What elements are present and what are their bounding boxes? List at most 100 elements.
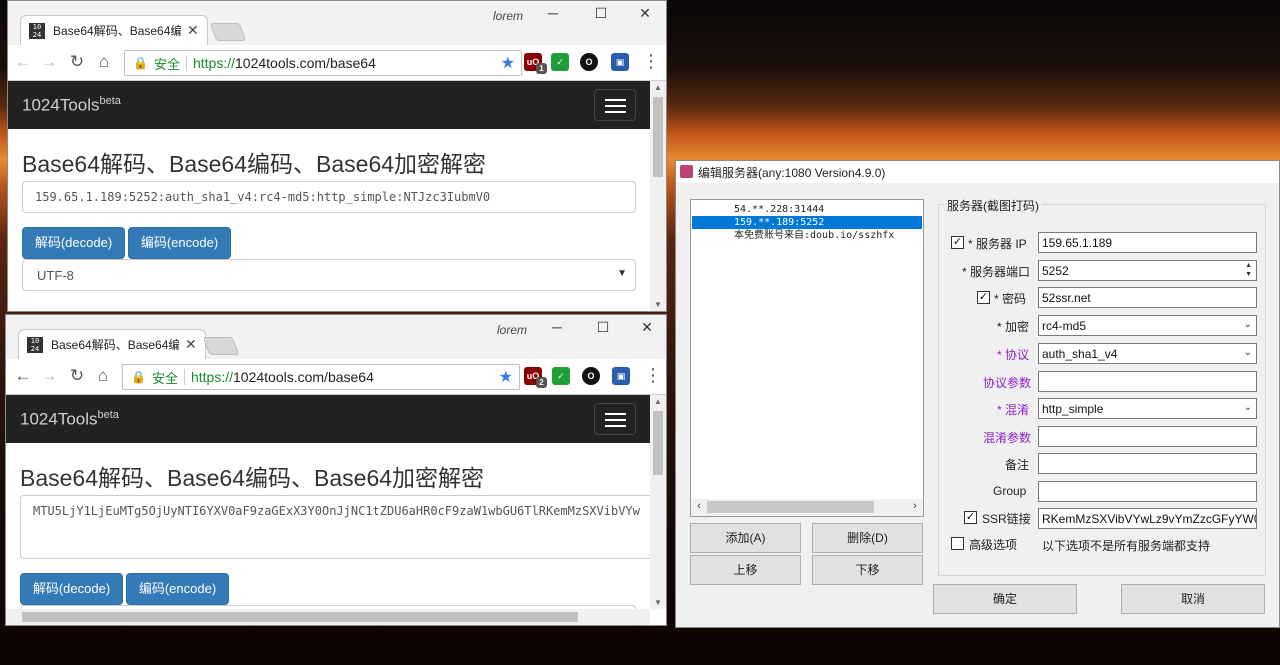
remarks-field[interactable] [1038, 453, 1257, 474]
hamburger-menu-icon[interactable] [594, 403, 636, 435]
chrome-menu-icon[interactable]: ⋮ [644, 365, 662, 386]
browser-tab[interactable]: 10 24 Base64解码、Base64编码 ✕ [18, 329, 206, 359]
group-label: Group [993, 484, 1027, 498]
back-arrow-icon[interactable]: ← [12, 366, 34, 386]
save-extension-icon[interactable]: ▣ [611, 53, 629, 71]
password-field[interactable]: 52ssr.net [1038, 287, 1257, 308]
server-list-item[interactable]: 本免费账号来自:doub.io/sszhfx [692, 229, 922, 242]
advanced-options-checkbox[interactable] [951, 537, 964, 550]
profile-name[interactable]: lorem [497, 323, 527, 337]
group-field[interactable] [1038, 481, 1257, 502]
dialog-title-bar: 编辑服务器(any:1080 Version4.9.0) [676, 161, 1279, 183]
spinner-arrows-icon[interactable]: ▲ ▼ [1245, 261, 1252, 279]
tab-close-icon[interactable]: ✕ [185, 336, 197, 353]
maximize-button[interactable]: ☐ [586, 5, 616, 22]
ok-button[interactable]: 确定 [933, 584, 1077, 614]
server-list-item-selected[interactable]: 159.**.189:5252 [692, 216, 922, 229]
brand-beta: beta [97, 409, 119, 421]
password-checkbox[interactable]: ✓ [977, 291, 990, 304]
obfs-label: * 混淆 [997, 403, 1030, 417]
shield-extension-icon[interactable]: ✓ [552, 367, 570, 385]
scroll-up-arrow-icon[interactable]: ▲ [650, 83, 666, 92]
encryption-select[interactable]: rc4-md5 ⌄ [1038, 315, 1257, 336]
decode-button[interactable]: 解码(decode) [20, 573, 123, 605]
address-bar[interactable]: 🔒 安全 https:// 1024tools.com/base64 ★ [124, 50, 522, 76]
server-list-item[interactable]: 54.**.228:31444 [692, 203, 922, 216]
hamburger-menu-icon[interactable] [594, 89, 636, 121]
cancel-button[interactable]: 取消 [1121, 584, 1265, 614]
lock-icon: 🔒 [131, 370, 146, 384]
server-ip-field[interactable]: 159.65.1.189 [1038, 232, 1257, 253]
scrollbar-thumb[interactable] [653, 97, 663, 177]
reload-icon[interactable]: ↻ [66, 52, 88, 72]
site-brand[interactable]: 1024Toolsbeta [20, 409, 119, 430]
base64-textarea[interactable]: MTU5LjY1LjEuMTg5OjUyNTI6YXV0aF9zaGExX3Y0… [20, 495, 650, 559]
scroll-left-arrow-icon[interactable]: ‹ [691, 500, 707, 512]
ssr-link-label: SSR链接 [982, 512, 1031, 526]
server-list[interactable]: 54.**.228:31444 159.**.189:5252 本免费账号来自:… [690, 199, 924, 517]
scrollbar-thumb[interactable] [707, 501, 874, 513]
decode-button[interactable]: 解码(decode) [22, 227, 125, 259]
circle-extension-icon[interactable]: O [582, 367, 600, 385]
page-viewport: 1024Toolsbeta Base64解码、Base64编码、Base64加密… [8, 81, 650, 311]
encryption-value: rc4-md5 [1042, 319, 1087, 333]
profile-name[interactable]: lorem [493, 9, 523, 23]
obfs-param-field[interactable] [1038, 426, 1257, 447]
url-path: 1024tools.com/base64 [233, 369, 374, 385]
scrollbar-thumb[interactable] [22, 612, 578, 622]
minimize-button[interactable]: ─ [538, 5, 568, 21]
save-extension-icon[interactable]: ▣ [612, 367, 630, 385]
browser-tab[interactable]: 10 24 Base64解码、Base64编码 ✕ [20, 15, 208, 45]
protocol-param-field[interactable] [1038, 371, 1257, 392]
forward-arrow-icon[interactable]: → [38, 366, 60, 386]
minimize-button[interactable]: ─ [542, 319, 572, 335]
forward-arrow-icon[interactable]: → [38, 52, 60, 72]
tab-close-icon[interactable]: ✕ [187, 22, 199, 39]
vertical-scrollbar[interactable]: ▲ ▼ [650, 395, 666, 609]
server-port-field[interactable]: 5252 ▲ ▼ [1038, 260, 1257, 281]
protocol-select[interactable]: auth_sha1_v4 ⌄ [1038, 343, 1257, 364]
close-window-button[interactable]: ✕ [632, 319, 662, 336]
server-ip-checkbox[interactable]: ✓ [951, 236, 964, 249]
delete-button[interactable]: 删除(D) [812, 523, 923, 553]
new-tab-button[interactable] [209, 23, 247, 41]
server-port-value: 5252 [1042, 264, 1069, 278]
add-button[interactable]: 添加(A) [690, 523, 801, 553]
ssr-link-checkbox[interactable]: ✓ [964, 511, 977, 524]
horizontal-scrollbar[interactable] [6, 609, 650, 625]
encode-button[interactable]: 编码(encode) [128, 227, 231, 259]
vertical-scrollbar[interactable]: ▲ ▼ [650, 81, 666, 311]
lock-icon: 🔒 [133, 56, 148, 70]
page-viewport: 1024Toolsbeta Base64解码、Base64编码、Base64加密… [6, 395, 650, 609]
chevron-down-icon: ⌄ [1243, 319, 1252, 330]
circle-extension-icon[interactable]: O [580, 53, 598, 71]
scroll-down-arrow-icon[interactable]: ▼ [650, 300, 666, 309]
encode-button[interactable]: 编码(encode) [126, 573, 229, 605]
obfs-select[interactable]: http_simple ⌄ [1038, 398, 1257, 419]
home-icon[interactable]: ⌂ [92, 366, 114, 386]
scrollbar-thumb[interactable] [653, 411, 663, 475]
bookmark-star-icon[interactable]: ★ [499, 367, 513, 387]
move-up-button[interactable]: 上移 [690, 555, 801, 585]
bookmark-star-icon[interactable]: ★ [501, 53, 515, 73]
shield-extension-icon[interactable]: ✓ [551, 53, 569, 71]
back-arrow-icon[interactable]: ← [12, 52, 34, 72]
scroll-down-arrow-icon[interactable]: ▼ [650, 598, 666, 607]
new-tab-button[interactable] [202, 337, 240, 355]
chevron-down-icon: ⌄ [1243, 402, 1252, 413]
chrome-menu-icon[interactable]: ⋮ [642, 51, 660, 72]
home-icon[interactable]: ⌂ [93, 52, 115, 72]
move-down-button[interactable]: 下移 [812, 555, 923, 585]
charset-select[interactable]: UTF-8 ▼ [22, 259, 636, 291]
close-window-button[interactable]: ✕ [630, 5, 660, 22]
ssr-link-field[interactable]: RKemMzSXVibVYwLz9vYmZzcGFyYW09 [1038, 508, 1257, 529]
scroll-up-arrow-icon[interactable]: ▲ [650, 397, 666, 406]
scroll-right-arrow-icon[interactable]: › [907, 500, 923, 512]
reload-icon[interactable]: ↻ [66, 366, 88, 386]
site-brand[interactable]: 1024Toolsbeta [22, 95, 121, 116]
secure-label: 安全 [153, 56, 180, 72]
list-horizontal-scrollbar[interactable]: ‹ › [691, 499, 923, 516]
address-bar[interactable]: 🔒 安全 https:// 1024tools.com/base64 ★ [122, 364, 520, 390]
base64-textarea[interactable]: 159.65.1.189:5252:auth_sha1_v4:rc4-md5:h… [22, 181, 636, 213]
maximize-button[interactable]: ☐ [588, 319, 618, 336]
